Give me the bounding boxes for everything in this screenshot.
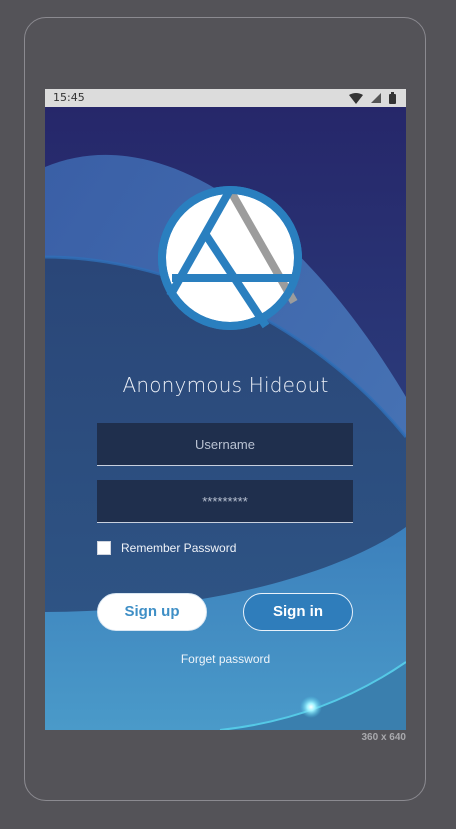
battery-icon bbox=[389, 92, 396, 104]
phone-screen: 15:45 Anonymous Hideout Username *******… bbox=[45, 89, 406, 730]
wifi-icon bbox=[349, 92, 363, 104]
status-time: 15:45 bbox=[53, 91, 85, 104]
signal-icon bbox=[371, 93, 381, 103]
device-size-label: 360 x 640 bbox=[361, 732, 407, 743]
status-bar: 15:45 bbox=[45, 89, 406, 107]
sign-up-button[interactable]: Sign up bbox=[97, 593, 207, 631]
username-input[interactable] bbox=[97, 423, 353, 465]
remember-password-row[interactable]: Remember Password bbox=[97, 541, 236, 555]
password-field[interactable] bbox=[97, 480, 353, 523]
remember-password-label: Remember Password bbox=[121, 541, 237, 555]
password-input[interactable] bbox=[97, 480, 353, 522]
sign-in-button[interactable]: Sign in bbox=[243, 593, 353, 631]
app-title: Anonymous Hideout bbox=[122, 373, 329, 397]
forget-password-link[interactable]: Forget password bbox=[45, 652, 406, 666]
remember-password-checkbox[interactable] bbox=[97, 541, 111, 555]
app-logo-icon bbox=[158, 186, 302, 330]
username-field[interactable] bbox=[97, 423, 353, 466]
